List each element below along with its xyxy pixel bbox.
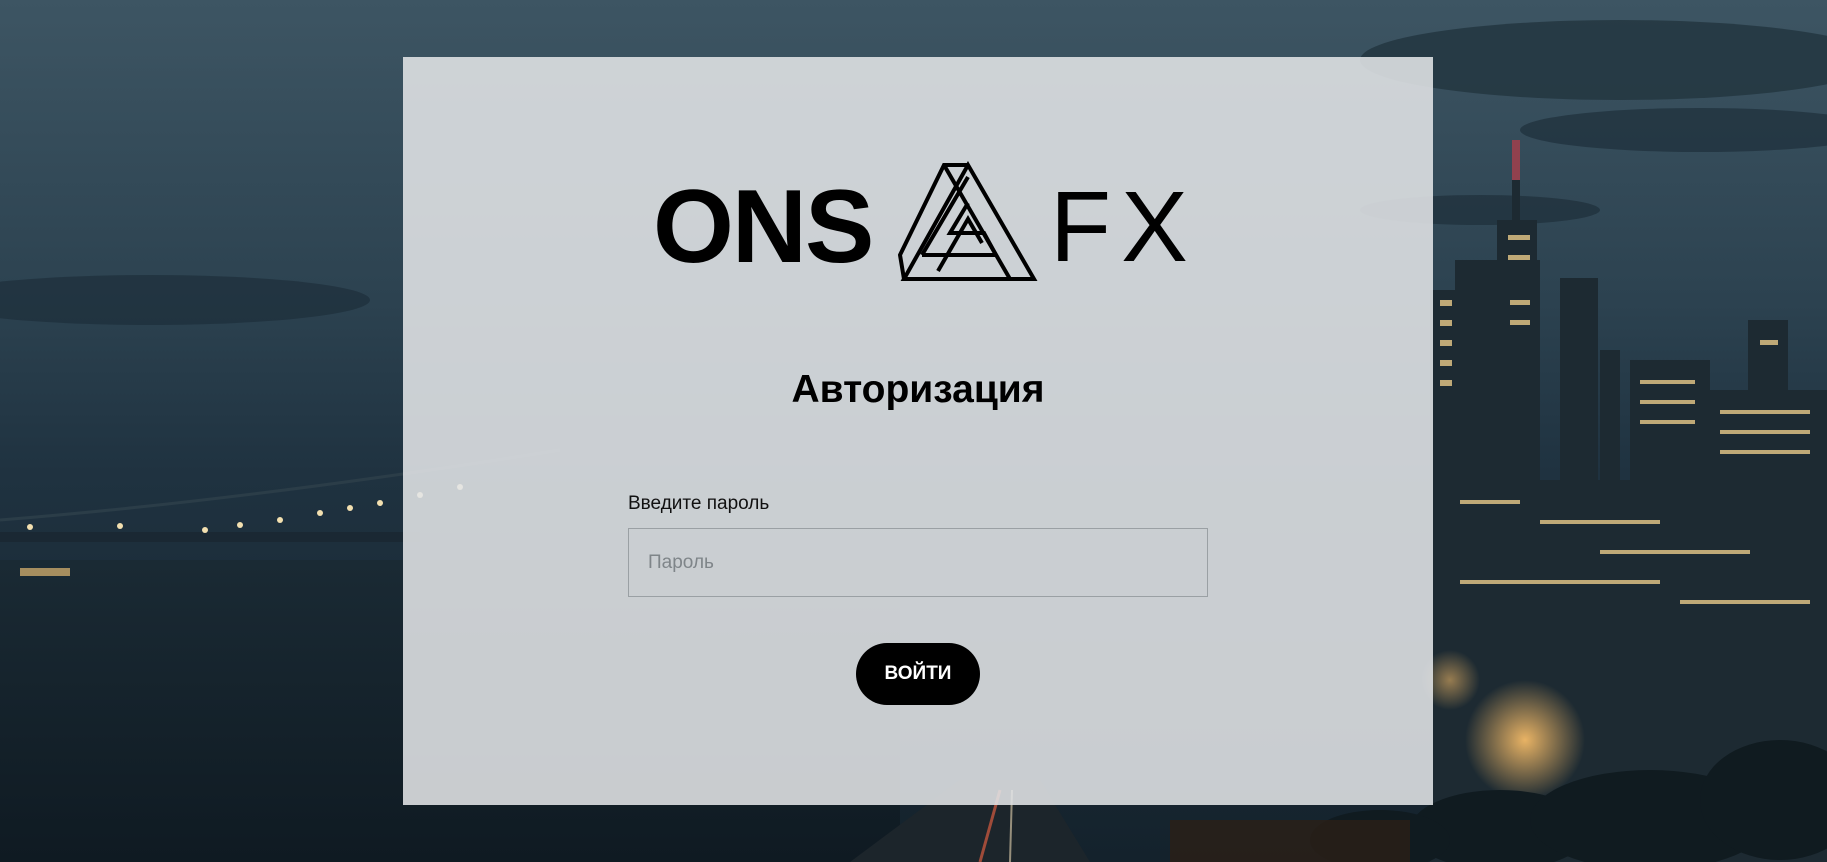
impossible-triangle-icon <box>898 161 1038 281</box>
page-title: Авторизация <box>791 368 1045 411</box>
brand-logo: ONS FX <box>653 157 1188 297</box>
password-input[interactable] <box>628 528 1208 597</box>
logo-text-right: FX <box>1050 171 1198 283</box>
login-card: ONS FX Авторизация Введите пароль ВОЙТИ <box>403 57 1433 805</box>
logo-text-left: ONS <box>653 169 874 285</box>
login-button[interactable]: ВОЙТИ <box>856 643 980 705</box>
password-label: Введите пароль <box>628 493 770 514</box>
